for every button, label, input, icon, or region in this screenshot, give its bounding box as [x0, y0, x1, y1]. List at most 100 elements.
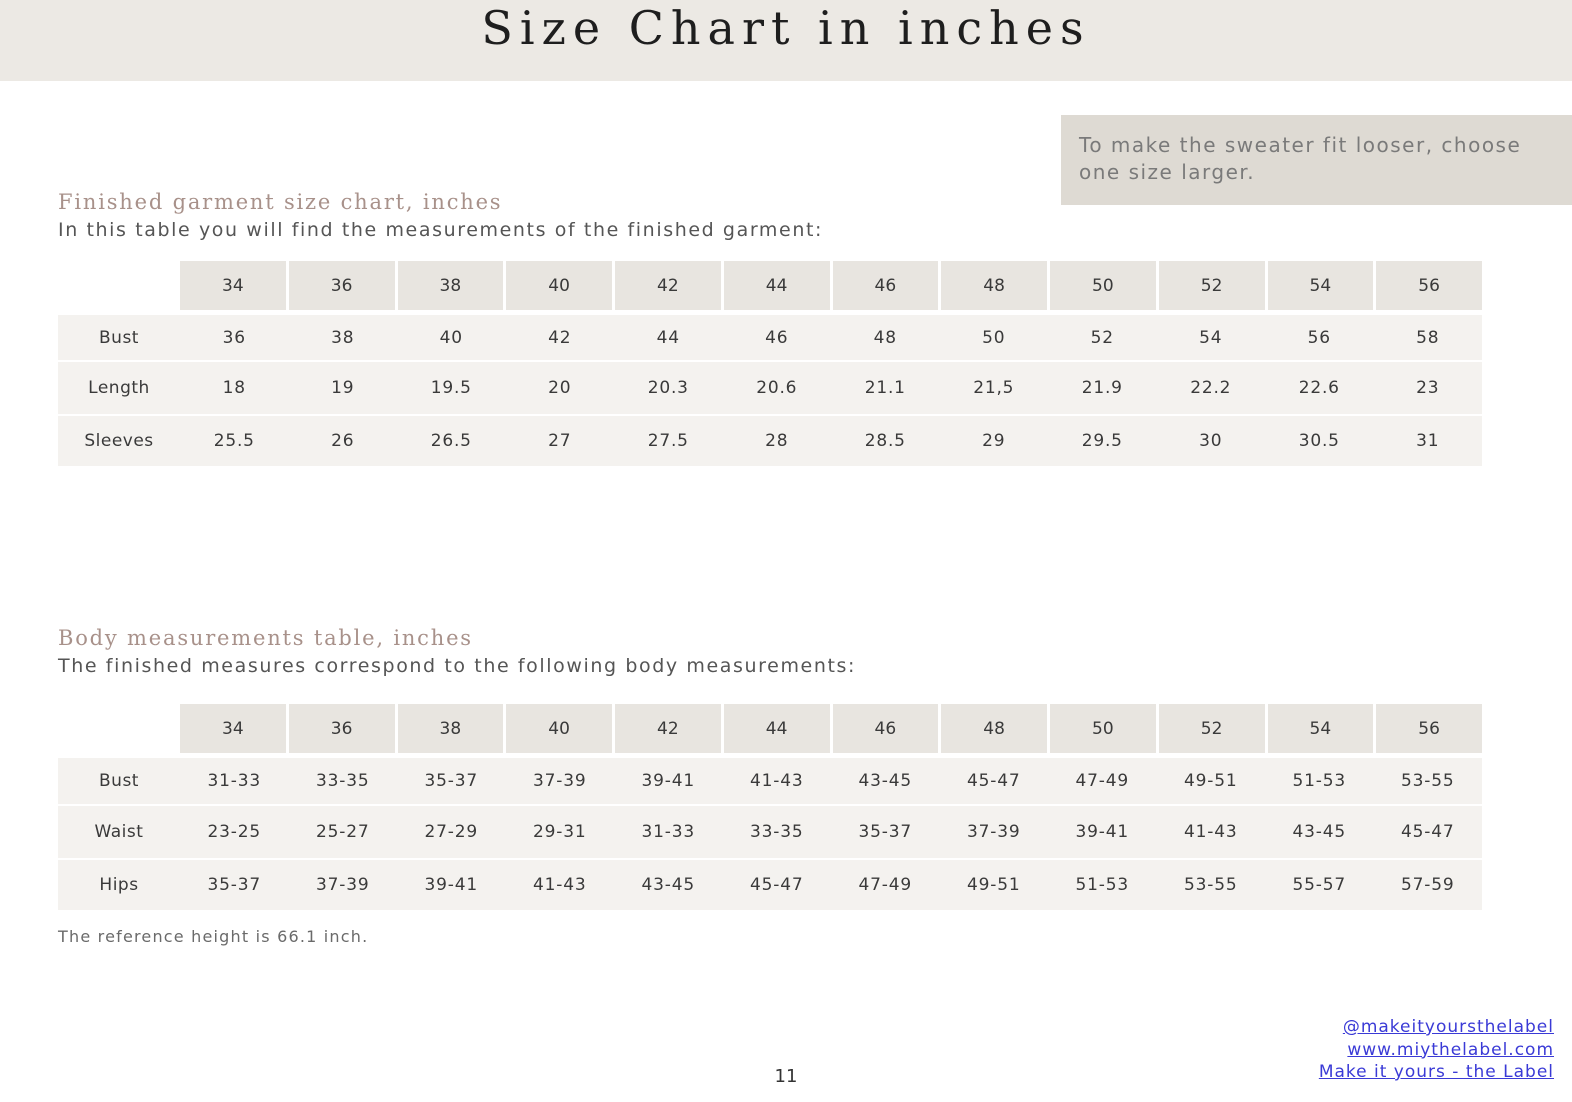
- table-cell: 45-47: [750, 875, 804, 895]
- table-cell: 39-41: [641, 771, 695, 791]
- table-cell: 35-37: [207, 875, 261, 895]
- page-title: Size Chart in inches: [481, 1, 1091, 55]
- size-header-cell: 54: [1267, 704, 1374, 753]
- size-header-cell: 56: [1376, 261, 1482, 310]
- table-cell: 31: [1416, 431, 1440, 451]
- table-cell: 28.5: [864, 431, 906, 451]
- table-cell: 39-41: [1075, 822, 1129, 842]
- instagram-link[interactable]: @makeityoursthelabel: [1319, 1016, 1554, 1039]
- table-cell: 52: [1090, 327, 1114, 348]
- row-label: Length: [88, 378, 150, 398]
- table-cell: 49-51: [967, 875, 1021, 895]
- table-cell: 21.1: [864, 378, 906, 398]
- table-cell: 26.5: [430, 431, 472, 451]
- table-row-hips: Hips 35-37 37-39 39-41 41-43 43-45 45-47…: [58, 860, 1482, 912]
- finished-garment-table: 34 36 38 40 42 44 46 48 50 52 54 56 Bust…: [58, 261, 1482, 468]
- size-header-cell: 52: [1158, 261, 1265, 310]
- size-header-cell: 48: [941, 261, 1047, 310]
- table-cell: 30.5: [1298, 431, 1340, 451]
- table-cell: 19.5: [430, 378, 472, 398]
- table-cell: 40: [439, 327, 463, 348]
- table-cell: 35-37: [858, 822, 912, 842]
- row-label: Waist: [94, 822, 144, 842]
- row-label: Bust: [99, 327, 139, 348]
- table-cell: 50: [982, 327, 1006, 348]
- table-cell: 21,5: [973, 378, 1015, 398]
- table-cell: 45-47: [1401, 822, 1455, 842]
- table-cell: 29.5: [1081, 431, 1123, 451]
- fit-note-box: To make the sweater fit looser, choose o…: [1061, 115, 1572, 205]
- table-cell: 41-43: [750, 771, 804, 791]
- table-cell: 30: [1199, 431, 1223, 451]
- table-cell: 42: [548, 327, 572, 348]
- table-cell: 39-41: [424, 875, 478, 895]
- size-header-cell: 50: [1050, 261, 1156, 310]
- table-cell: 23-25: [207, 822, 261, 842]
- row-label: Sleeves: [84, 431, 154, 451]
- finished-garment-subtitle: In this table you will find the measurem…: [58, 219, 824, 241]
- table-cell: 37-39: [316, 875, 370, 895]
- table-cell: 25-27: [316, 822, 370, 842]
- table-cell: 20: [548, 378, 572, 398]
- table-cell: 22.6: [1298, 378, 1340, 398]
- table-cell: 51-53: [1075, 875, 1129, 895]
- size-header-cell: 42: [615, 704, 721, 753]
- size-header-cell: 46: [832, 261, 939, 310]
- finished-garment-title: Finished garment size chart, inches: [58, 190, 503, 214]
- table-cell: 55-57: [1292, 875, 1346, 895]
- table-cell: 43-45: [641, 875, 695, 895]
- table-cell: 44: [656, 327, 680, 348]
- table-row-sleeves: Sleeves 25.5 26 26.5 27 27.5 28 28.5 29 …: [58, 416, 1482, 468]
- table-cell: 41-43: [533, 875, 587, 895]
- size-header-cell: 46: [832, 704, 939, 753]
- size-header-cell: 40: [506, 261, 612, 310]
- footer-links: @makeityoursthelabel www.miythelabel.com…: [1319, 1016, 1554, 1084]
- size-header-cell: 44: [723, 704, 830, 753]
- table-row-bust: Bust 31-33 33-35 35-37 37-39 39-41 41-43…: [58, 758, 1482, 806]
- size-header-cell: 38: [397, 261, 504, 310]
- table-cell: 25.5: [213, 431, 255, 451]
- size-header-cell: 54: [1267, 261, 1374, 310]
- table-cell: 36: [222, 327, 246, 348]
- table-cell: 47-49: [1075, 771, 1129, 791]
- table-cell: 53-55: [1401, 771, 1455, 791]
- size-header-cell: 48: [941, 704, 1047, 753]
- table-cell: 48: [873, 327, 897, 348]
- table-cell: 57-59: [1401, 875, 1455, 895]
- table-cell: 29: [982, 431, 1006, 451]
- body-measurements-table: 34 36 38 40 42 44 46 48 50 52 54 56 Bust…: [58, 704, 1482, 912]
- size-header-cell: 36: [288, 704, 395, 753]
- size-header-cell: 40: [506, 704, 612, 753]
- row-label: Bust: [99, 771, 139, 791]
- table-cell: 29-31: [533, 822, 587, 842]
- table-cell: 35-37: [424, 771, 478, 791]
- size-header-row: 34 36 38 40 42 44 46 48 50 52 54 56: [180, 704, 1482, 756]
- table-cell: 27: [548, 431, 572, 451]
- table-cell: 56: [1307, 327, 1331, 348]
- table-row-length: Length 18 19 19.5 20 20.3 20.6 21.1 21,5…: [58, 362, 1482, 416]
- table-cell: 21.9: [1081, 378, 1123, 398]
- size-header-cell: 52: [1158, 704, 1265, 753]
- size-header-cell: 34: [180, 261, 286, 310]
- table-cell: 53-55: [1184, 875, 1238, 895]
- table-cell: 38: [331, 327, 355, 348]
- body-measurements-title: Body measurements table, inches: [58, 626, 473, 650]
- size-header-cell: 56: [1376, 704, 1482, 753]
- size-header-cell: 34: [180, 704, 286, 753]
- table-cell: 22.2: [1190, 378, 1232, 398]
- table-cell: 23: [1416, 378, 1440, 398]
- brand-link[interactable]: Make it yours - the Label: [1319, 1061, 1554, 1084]
- size-header-cell: 44: [723, 261, 830, 310]
- table-cell: 28: [765, 431, 789, 451]
- table-cell: 19: [331, 378, 355, 398]
- table-cell: 27.5: [647, 431, 689, 451]
- table-cell: 26: [331, 431, 355, 451]
- table-cell: 43-45: [1292, 822, 1346, 842]
- table-cell: 33-35: [750, 822, 804, 842]
- website-link[interactable]: www.miythelabel.com: [1319, 1039, 1554, 1062]
- table-cell: 33-35: [316, 771, 370, 791]
- table-cell: 41-43: [1184, 822, 1238, 842]
- body-measurements-subtitle: The finished measures correspond to the …: [58, 655, 857, 677]
- table-cell: 58: [1416, 327, 1440, 348]
- table-cell: 27-29: [424, 822, 478, 842]
